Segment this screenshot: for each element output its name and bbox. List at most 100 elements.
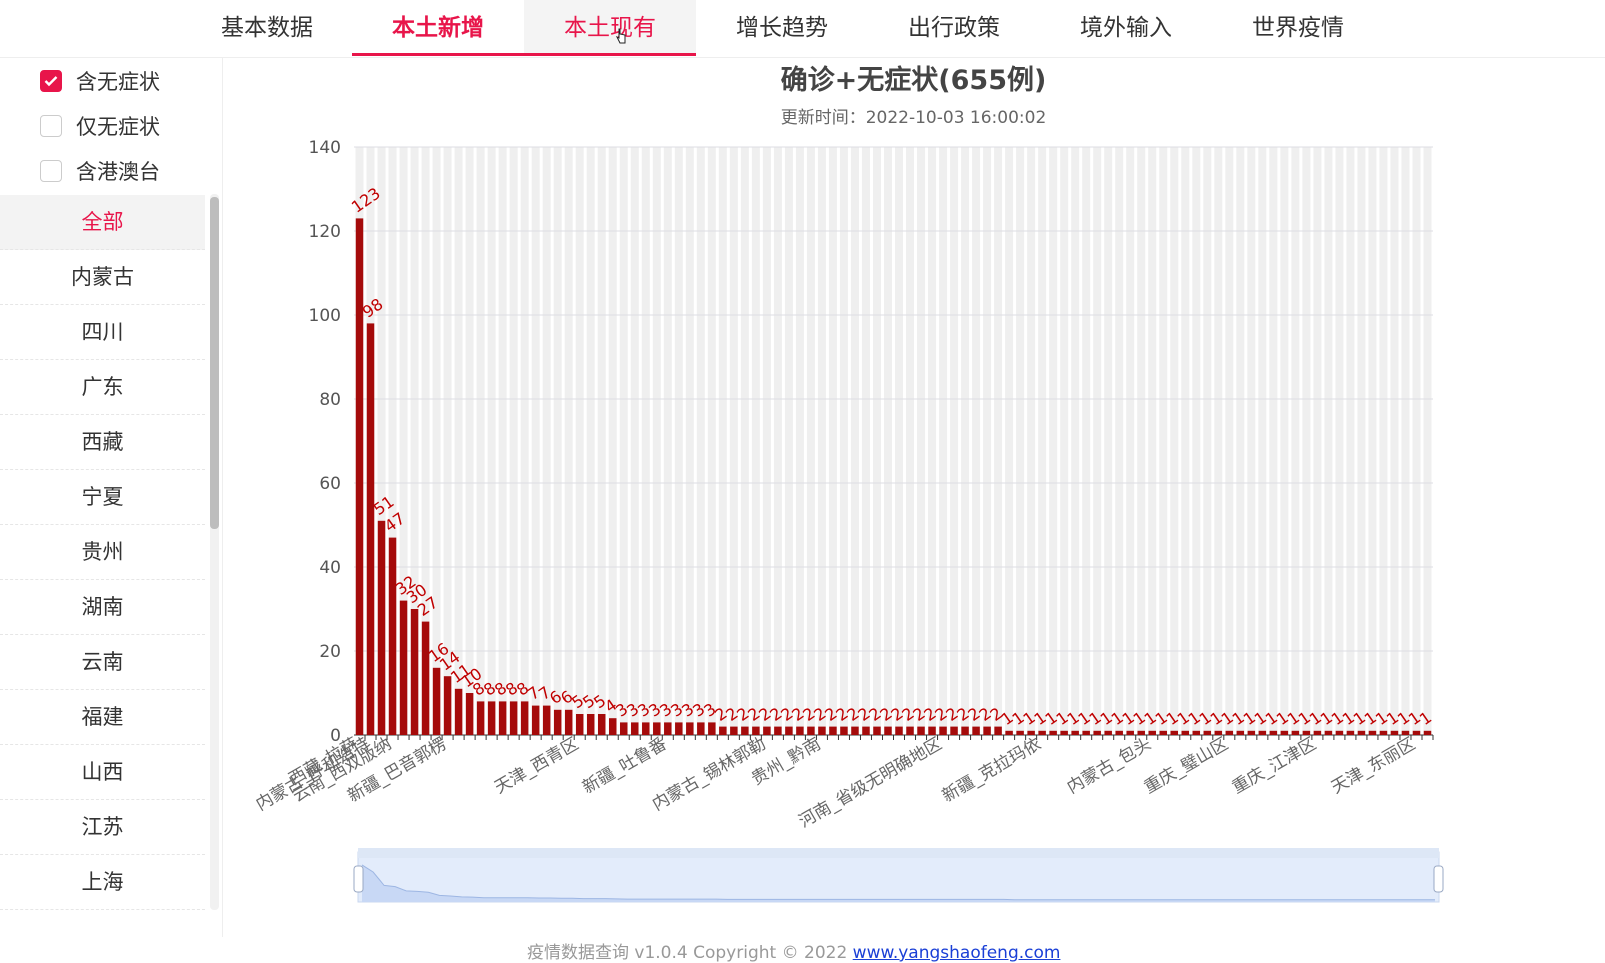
bar [410,609,419,735]
category-band [983,147,992,735]
y-tick-label: 100 [309,306,341,326]
x-category-label: 天津_西青区 [491,734,582,798]
bar [708,722,716,735]
category-band [883,147,892,735]
bar [1324,730,1333,735]
bar [653,722,661,735]
category-band [1203,147,1212,735]
bar [1082,730,1090,735]
category-band [1049,147,1058,735]
category-band [1159,147,1168,735]
category-band [674,147,683,735]
category-band [817,147,826,735]
bar [862,726,870,735]
category-band [630,147,639,735]
bar [388,537,397,735]
bar [564,709,573,735]
x-category-label: 重庆_璧山区 [1141,734,1232,798]
bar [1203,730,1212,735]
category-band [1357,147,1366,735]
bar [1192,730,1201,735]
bar [597,714,606,735]
bar [355,218,364,735]
category-band [1313,147,1322,735]
category-band [542,147,551,735]
category-band [509,147,518,735]
category-band [872,147,881,735]
category-band [1258,147,1267,735]
bar [1236,730,1245,735]
footer-link[interactable]: www.yangshaofeng.com [853,943,1061,963]
category-band [1368,147,1377,735]
bar [972,726,980,735]
bar [763,726,771,735]
category-band [740,147,749,735]
bar [575,714,584,735]
bar [840,726,848,735]
bar [1170,730,1179,735]
bar [1412,730,1421,735]
zoom-handle-right[interactable] [1433,865,1444,893]
x-category-label: 新疆_吐鲁番 [579,734,670,798]
category-band [1225,147,1234,735]
category-band [1423,147,1432,735]
bar [1093,730,1101,735]
category-band [828,147,837,735]
bar [1038,730,1046,735]
bar [785,726,793,735]
category-band [476,147,485,735]
x-category-label: 内蒙古_包头 [1064,734,1155,798]
category-band [498,147,507,735]
bar [1379,730,1388,735]
category-band [1236,147,1245,735]
category-band [1148,147,1157,735]
category-band [531,147,540,735]
bar [1126,730,1134,735]
bar [509,701,518,735]
bar [1335,730,1344,735]
bar [1148,730,1156,735]
category-band [1247,147,1256,735]
category-band [961,147,970,735]
zoom-handle-left[interactable] [353,865,364,893]
category-band [850,147,859,735]
category-band [950,147,959,735]
bar [796,726,804,735]
footer-text: 疫情数据查询 v1.0.4 Copyright © 2022 [527,943,853,963]
category-band [972,147,981,735]
bar [520,701,529,735]
category-band [917,147,926,735]
bar [873,726,881,735]
category-band [707,147,716,735]
bar [906,726,914,735]
bar [465,693,474,735]
bar [829,726,837,735]
bar [1071,730,1079,735]
category-band [1005,147,1014,735]
category-band [641,147,650,735]
bar [366,323,375,735]
bar [675,722,683,735]
y-tick-label: 80 [319,390,341,410]
category-band [575,147,584,735]
bar [476,701,485,735]
bar [377,520,386,735]
category-band [939,147,948,735]
y-tick-label: 120 [309,222,341,242]
category-band [1335,147,1344,735]
bar [1368,730,1377,735]
category-band [1082,147,1091,735]
bar [1225,730,1234,735]
x-category-label: 天津_东丽区 [1328,734,1419,798]
bar [818,726,826,735]
category-band [1027,147,1036,735]
category-band [696,147,705,735]
category-band [454,147,463,735]
category-band [906,147,915,735]
bar [1313,730,1322,735]
bar [686,722,694,735]
category-band [994,147,1003,735]
category-band [762,147,771,735]
category-band [839,147,848,735]
category-band [465,147,474,735]
